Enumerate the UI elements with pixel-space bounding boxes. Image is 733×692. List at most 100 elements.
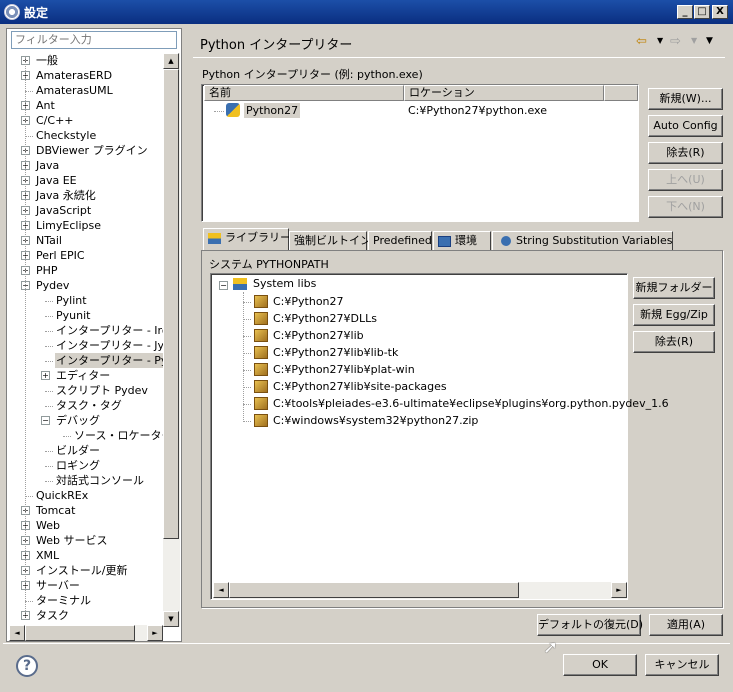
move-up-button[interactable]: 上へ(U) [648,169,723,191]
new-interpreter-button[interactable]: 新規(W)... [648,88,723,110]
tree-item[interactable]: + C/C++ [7,113,165,128]
tree-item[interactable]: − Pydev [7,278,165,293]
scroll-left-icon[interactable]: ◄ [9,625,25,641]
column-header-name[interactable]: 名前 [204,85,404,101]
tree-item[interactable]: + Java EE [7,173,165,188]
collapse-icon[interactable]: − [41,416,50,425]
pythonpath-tree[interactable]: − System libs C:¥Python27 C:¥Python27¥DLL… [210,273,669,600]
tab-environment[interactable]: 環境 [433,231,491,251]
tree-line [45,361,53,362]
tree-item-label: サーバー [36,579,80,592]
tree-item[interactable]: タスク・タグ [7,398,165,413]
tree-item[interactable]: + DBViewer プラグイン [7,143,165,158]
move-down-button[interactable]: 下へ(N) [648,196,723,218]
tree-item[interactable]: インタープリター - Jyth [7,338,165,353]
maximize-button[interactable]: □ [694,5,710,19]
remove-path-button[interactable]: 除去(R) [633,331,715,353]
tree-item-label: ソース・ロケーター [74,429,165,442]
column-header-location[interactable]: ロケーション [404,85,604,101]
tree-item[interactable]: + LimyEclipse [7,218,165,233]
new-folder-button[interactable]: 新規フォルダー [633,277,715,299]
tree-item[interactable]: + Java 永続化 [7,188,165,203]
tree-item[interactable]: AmaterasUML [7,83,165,98]
tree-item[interactable]: QuickREx [7,488,165,503]
scroll-thumb[interactable] [163,69,179,539]
scroll-right-icon[interactable]: ► [147,625,163,641]
new-egg-zip-button[interactable]: 新規 Egg/Zip [633,304,715,326]
forward-menu-chevron-icon[interactable]: ▼ [691,36,697,45]
tab-predefined[interactable]: Predefined [368,231,432,251]
tree-item[interactable]: ロギング [7,458,165,473]
path-item[interactable]: C:¥Python27¥DLLs [211,311,627,327]
tree-item[interactable]: + Web [7,518,165,533]
tree-item[interactable]: ソース・ロケーター [7,428,165,443]
minimize-button[interactable]: _ [677,5,693,19]
collapse-icon[interactable]: − [219,281,228,290]
restore-defaults-button[interactable]: デフォルトの復元(D) [537,614,643,636]
cancel-button[interactable]: キャンセル [645,654,719,676]
auto-config-button[interactable]: Auto Config [648,115,723,137]
path-item[interactable]: C:¥Python27 [211,294,627,310]
ok-button[interactable]: OK [563,654,637,676]
variable-icon [501,236,511,246]
tree-line [45,346,53,347]
tab-forced-builtins[interactable]: 強制ビルトイン [289,231,371,251]
interpreter-table[interactable]: 名前 ロケーション Python27 C:¥Python27¥python.ex… [201,84,639,222]
path-item[interactable]: C:¥Python27¥lib [211,328,627,344]
tree-item[interactable]: − デバッグ [7,413,165,428]
tree-item[interactable]: + エディター [7,368,165,383]
tree-item[interactable]: + Perl EPIC [7,248,165,263]
path-item[interactable]: C:¥tools¥pleiades-e3.6-ultimate¥eclipse¥… [211,396,669,412]
tree-vertical-scrollbar[interactable]: ▲ ▼ [163,53,180,627]
scroll-left-icon[interactable]: ◄ [213,582,229,598]
tree-line [243,387,251,388]
tree-item[interactable]: + XML [7,548,165,563]
tab-string-substitution[interactable]: String Substitution Variables [492,231,673,251]
interpreter-row[interactable]: Python27 C:¥Python27¥python.exe [214,103,634,119]
close-button[interactable]: X [712,5,728,19]
tree-item[interactable]: Pylint [7,293,165,308]
tree-item[interactable]: インタープリター - Iron [7,323,165,338]
tree-item[interactable]: + PHP [7,263,165,278]
back-menu-chevron-icon[interactable]: ▼ [657,36,663,45]
tree-item[interactable]: + AmaterasERD [7,68,165,83]
back-arrow-icon[interactable]: ⇦ [636,34,647,49]
tree-item[interactable]: ターミナル [7,593,165,608]
tree-item[interactable]: + Tomcat [7,503,165,518]
path-item[interactable]: C:¥Python27¥lib¥plat-win [211,362,627,378]
paths-horizontal-scrollbar[interactable]: ◄ ► [213,582,627,599]
path-item[interactable]: C:¥windows¥system32¥python27.zip [211,413,627,429]
tree-item[interactable]: + サーバー [7,578,165,593]
tab-libraries[interactable]: ライブラリー [203,228,291,251]
tree-item[interactable]: + Java [7,158,165,173]
expand-icon[interactable]: + [41,371,50,380]
tree-item[interactable]: + インストール/更新 [7,563,165,578]
view-menu-chevron-icon[interactable]: ▼ [706,36,713,46]
help-icon[interactable]: ? [16,655,38,677]
apply-button[interactable]: 適用(A) [649,614,723,636]
scroll-up-icon[interactable]: ▲ [163,53,179,69]
filter-input[interactable] [11,31,177,49]
tree-item[interactable]: + NTail [7,233,165,248]
tree-item[interactable]: スクリプト Pydev [7,383,165,398]
tree-item[interactable]: + Web サービス [7,533,165,548]
path-item[interactable]: C:¥Python27¥lib¥lib-tk [211,345,627,361]
tree-item[interactable]: + タスク [7,608,165,623]
tree-item[interactable]: ビルダー [7,443,165,458]
tree-item[interactable]: Pyunit [7,308,165,323]
tree-item[interactable]: + JavaScript [7,203,165,218]
path-item[interactable]: C:¥Python27¥lib¥site-packages [211,379,627,395]
scroll-thumb-horizontal[interactable] [25,625,135,641]
tree-item[interactable]: + Ant [7,98,165,113]
tree-horizontal-scrollbar[interactable]: ◄ ► [9,625,163,641]
scroll-thumb-horizontal[interactable] [229,582,519,598]
remove-interpreter-button[interactable]: 除去(R) [648,142,723,164]
tree-item[interactable]: + 一般 [7,53,165,68]
forward-arrow-icon[interactable]: ⇨ [670,34,681,49]
mouse-cursor-icon: ➚ [543,637,559,658]
tree-item[interactable]: 対話式コンソール [7,473,165,488]
scroll-right-icon[interactable]: ► [611,582,627,598]
tree-item[interactable]: Checkstyle [7,128,165,143]
tree-item[interactable]: インタープリター - Pyth [7,353,165,368]
scroll-down-icon[interactable]: ▼ [163,611,179,627]
